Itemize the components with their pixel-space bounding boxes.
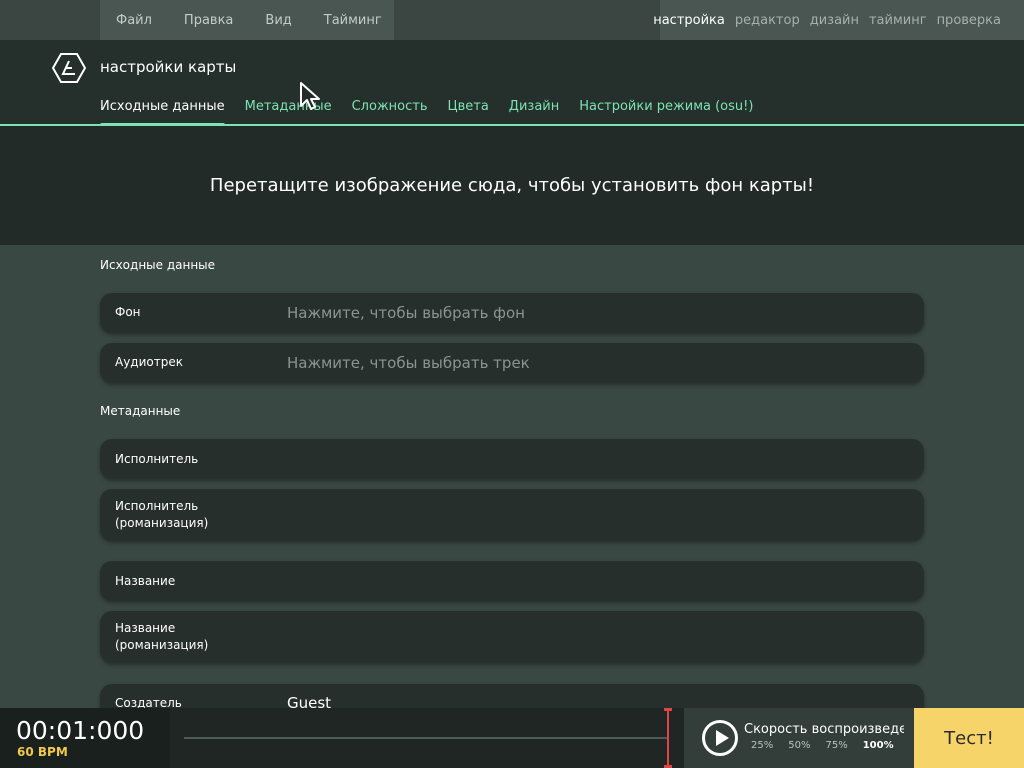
page-title: настройки карты xyxy=(100,58,237,76)
setup-hexagon-icon xyxy=(52,53,86,83)
screen-setup[interactable]: настройка xyxy=(648,13,730,28)
tab-resources[interactable]: Исходные данные xyxy=(100,98,225,127)
background-drop-zone[interactable]: Перетащите изображение сюда, чтобы устан… xyxy=(0,126,1024,245)
romanised-artist-field[interactable]: Исполнитель (романизация) xyxy=(100,489,924,541)
bpm-display: 60 BPM xyxy=(17,745,68,759)
field-label-line: Название xyxy=(115,621,176,635)
playback-speed-label: Скорость воспроизведения xyxy=(744,722,904,737)
field-label: Аудиотрек xyxy=(115,355,183,369)
romanised-title-field[interactable]: Название (романизация) xyxy=(100,611,924,663)
tab-ruleset-settings[interactable]: Настройки режима (osu!) xyxy=(579,98,753,126)
screen-design[interactable]: дизайн xyxy=(805,13,864,28)
tab-design[interactable]: Дизайн xyxy=(509,98,559,126)
section-title-metadata: Метаданные xyxy=(100,404,181,418)
mouse-cursor-icon xyxy=(300,82,320,110)
test-gameplay-button[interactable]: Тест! xyxy=(914,708,1024,768)
title-field[interactable]: Название xyxy=(100,561,924,601)
speed-100[interactable]: 100% xyxy=(863,740,894,751)
speed-25[interactable]: 25% xyxy=(751,740,773,751)
timeline-current-marker[interactable] xyxy=(664,708,672,768)
screen-timing[interactable]: тайминг xyxy=(864,13,932,28)
background-placeholder: Нажмите, чтобы выбрать фон xyxy=(287,304,525,322)
speed-50[interactable]: 50% xyxy=(788,740,810,751)
top-menu-bar: Файл Правка Вид Тайминг настройка редакт… xyxy=(0,0,1024,40)
main-menu: Файл Правка Вид Тайминг xyxy=(100,0,394,40)
field-label: Фон xyxy=(115,305,141,319)
field-label: Исполнитель (романизация) xyxy=(115,498,208,532)
tab-colours[interactable]: Цвета xyxy=(448,98,489,126)
menu-timing[interactable]: Тайминг xyxy=(308,13,398,28)
field-label: Название (романизация) xyxy=(115,620,208,654)
audio-track-field[interactable]: Аудиотрек Нажмите, чтобы выбрать трек xyxy=(100,343,924,383)
section-title-resources: Исходные данные xyxy=(100,258,216,272)
play-icon[interactable] xyxy=(702,720,738,756)
field-label-line: (романизация) xyxy=(115,516,209,530)
drop-zone-text: Перетащите изображение сюда, чтобы устан… xyxy=(209,175,815,196)
screen-editor[interactable]: редактор xyxy=(730,13,805,28)
background-field[interactable]: Фон Нажмите, чтобы выбрать фон xyxy=(100,293,924,333)
test-button-label: Тест! xyxy=(944,727,994,749)
field-label-line: (романизация) xyxy=(115,638,209,652)
playback-control: Скорость воспроизведения 25% 50% 75% 100… xyxy=(684,708,914,768)
artist-field[interactable]: Исполнитель xyxy=(100,439,924,479)
section-tabs: Исходные данные Метаданные Сложность Цве… xyxy=(100,98,773,127)
screen-verify[interactable]: проверка xyxy=(932,13,1006,28)
current-time[interactable]: 00:01:000 xyxy=(16,716,144,745)
field-label-line: Исполнитель xyxy=(115,499,199,513)
time-info: 00:01:000 60 BPM xyxy=(0,708,170,768)
menu-edit[interactable]: Правка xyxy=(168,13,249,28)
playback-speed-options: 25% 50% 75% 100% xyxy=(751,740,909,751)
audio-placeholder: Нажмите, чтобы выбрать трек xyxy=(287,354,530,372)
menu-file[interactable]: Файл xyxy=(100,13,168,28)
bottom-bar: 00:01:000 60 BPM Скорость воспроизведени… xyxy=(0,708,1024,768)
field-label: Название xyxy=(115,574,176,588)
speed-75[interactable]: 75% xyxy=(825,740,847,751)
screen-switcher: настройка редактор дизайн тайминг провер… xyxy=(653,0,1024,40)
field-label: Исполнитель xyxy=(115,452,199,466)
menu-view[interactable]: Вид xyxy=(249,13,307,28)
summary-timeline[interactable] xyxy=(170,708,684,768)
tab-difficulty[interactable]: Сложность xyxy=(352,98,428,126)
timeline-track xyxy=(184,737,668,739)
